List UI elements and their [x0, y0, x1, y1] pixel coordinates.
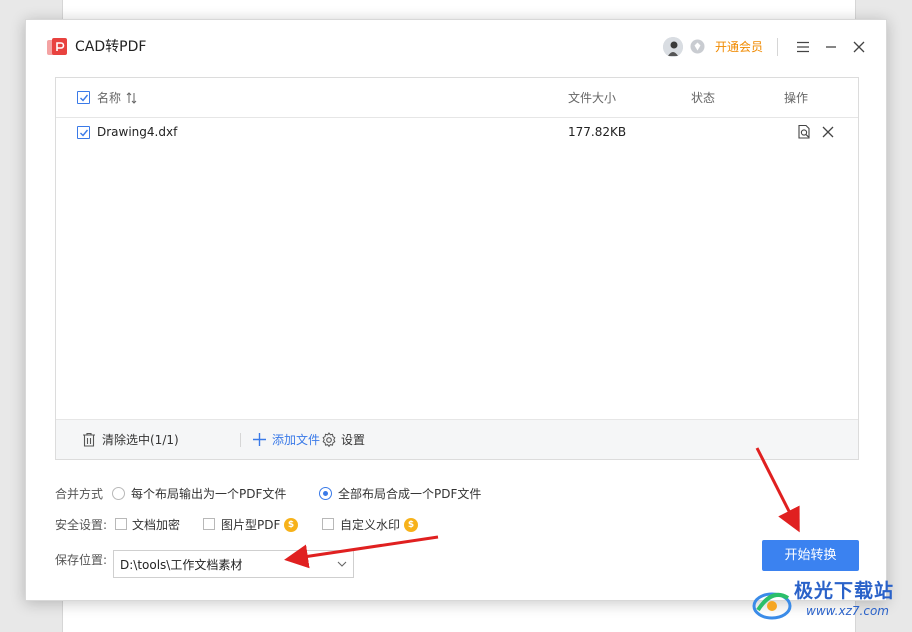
close-icon: [853, 41, 865, 53]
plus-icon: [253, 433, 266, 446]
close-window-button[interactable]: [849, 37, 869, 57]
save-location-row: 保存位置:: [55, 551, 115, 569]
column-header-size: 文件大小: [568, 91, 617, 105]
merge-mode-label: 合并方式: [55, 487, 104, 501]
file-panel-toolbar: 清除选中(1/1) 添加文件 设置: [56, 419, 858, 459]
security-label: 安全设置:: [55, 518, 108, 532]
title-separator: [777, 38, 778, 56]
vip-coin-icon: [690, 39, 705, 54]
site-watermark-title: 极光下载站: [794, 580, 895, 602]
settings-button[interactable]: 设置: [321, 431, 381, 449]
toolbar-separator: [240, 433, 241, 447]
merge-option-each-label[interactable]: 每个布局输出为一个PDF文件: [131, 485, 286, 503]
merge-option-all-radio[interactable]: [319, 487, 332, 500]
table-row[interactable]: Drawing4.dxf 177.82KB: [56, 119, 858, 147]
minimize-button[interactable]: [821, 37, 841, 57]
encrypt-label[interactable]: 文档加密: [132, 516, 180, 534]
file-name: Drawing4.dxf: [97, 125, 178, 139]
settings-label: 设置: [341, 433, 366, 447]
file-size: 177.82KB: [568, 125, 627, 139]
security-row: 安全设置: 文档加密 图片型PDF $ 自定义水印 $: [55, 516, 475, 534]
table-header: 名称 文件大小 状态 操作: [56, 78, 858, 118]
site-logo-icon: [752, 592, 792, 620]
hamburger-icon: [797, 41, 809, 53]
column-header-name[interactable]: 名称: [97, 90, 121, 106]
avatar-icon: [663, 37, 683, 57]
save-path-select[interactable]: D:\tools\工作文档素材: [113, 550, 354, 578]
app-window: CAD转PDF 开通会员 名称 文件大小 状态 操作 Drawing4.dxf …: [25, 19, 887, 601]
trash-icon: [83, 432, 95, 447]
clear-selected-button[interactable]: 清除选中(1/1): [82, 431, 212, 449]
site-watermark-url: www.xz7.com: [806, 604, 889, 618]
site-watermark: 极光下载站 www.xz7.com: [752, 578, 908, 628]
check-icon: [80, 129, 89, 137]
app-title: CAD转PDF: [75, 39, 147, 55]
save-location-label: 保存位置:: [55, 553, 108, 567]
chevron-down-icon: [337, 561, 347, 567]
vip-link[interactable]: 开通会员: [715, 38, 763, 56]
premium-coin-icon: $: [404, 518, 418, 532]
select-all-checkbox[interactable]: [77, 91, 90, 104]
image-pdf-checkbox[interactable]: [203, 518, 215, 530]
merge-option-each-radio[interactable]: [112, 487, 125, 500]
encrypt-checkbox[interactable]: [115, 518, 127, 530]
image-pdf-label[interactable]: 图片型PDF: [221, 516, 280, 534]
merge-mode-row: 合并方式 每个布局输出为一个PDF文件 全部布局合成一个PDF文件: [55, 485, 555, 503]
column-header-status: 状态: [691, 91, 716, 105]
merge-option-all-label[interactable]: 全部布局合成一个PDF文件: [338, 485, 481, 503]
title-bar: CAD转PDF 开通会员: [26, 20, 886, 74]
premium-coin-icon: $: [284, 518, 298, 532]
add-file-button[interactable]: 添加文件: [252, 431, 332, 449]
column-header-action: 操作: [784, 91, 809, 105]
clear-selected-label: 清除选中(1/1): [102, 433, 179, 447]
start-convert-button[interactable]: 开始转换: [762, 540, 859, 571]
preview-icon[interactable]: [796, 124, 812, 140]
sort-icon[interactable]: [126, 91, 138, 105]
app-logo-icon: [47, 38, 67, 55]
watermark-label[interactable]: 自定义水印: [340, 516, 400, 534]
check-icon: [80, 94, 89, 102]
remove-file-icon[interactable]: [820, 124, 836, 140]
save-path-value: D:\tools\工作文档素材: [120, 558, 243, 572]
minimize-icon: [826, 46, 836, 48]
gear-icon: [322, 432, 336, 448]
file-list-panel: 名称 文件大小 状态 操作 Drawing4.dxf 177.82KB 清除选中…: [55, 77, 859, 460]
watermark-checkbox[interactable]: [322, 518, 334, 530]
menu-button[interactable]: [793, 37, 813, 57]
add-file-label: 添加文件: [272, 433, 321, 447]
user-avatar[interactable]: [663, 37, 683, 57]
row-checkbox[interactable]: [77, 126, 90, 139]
